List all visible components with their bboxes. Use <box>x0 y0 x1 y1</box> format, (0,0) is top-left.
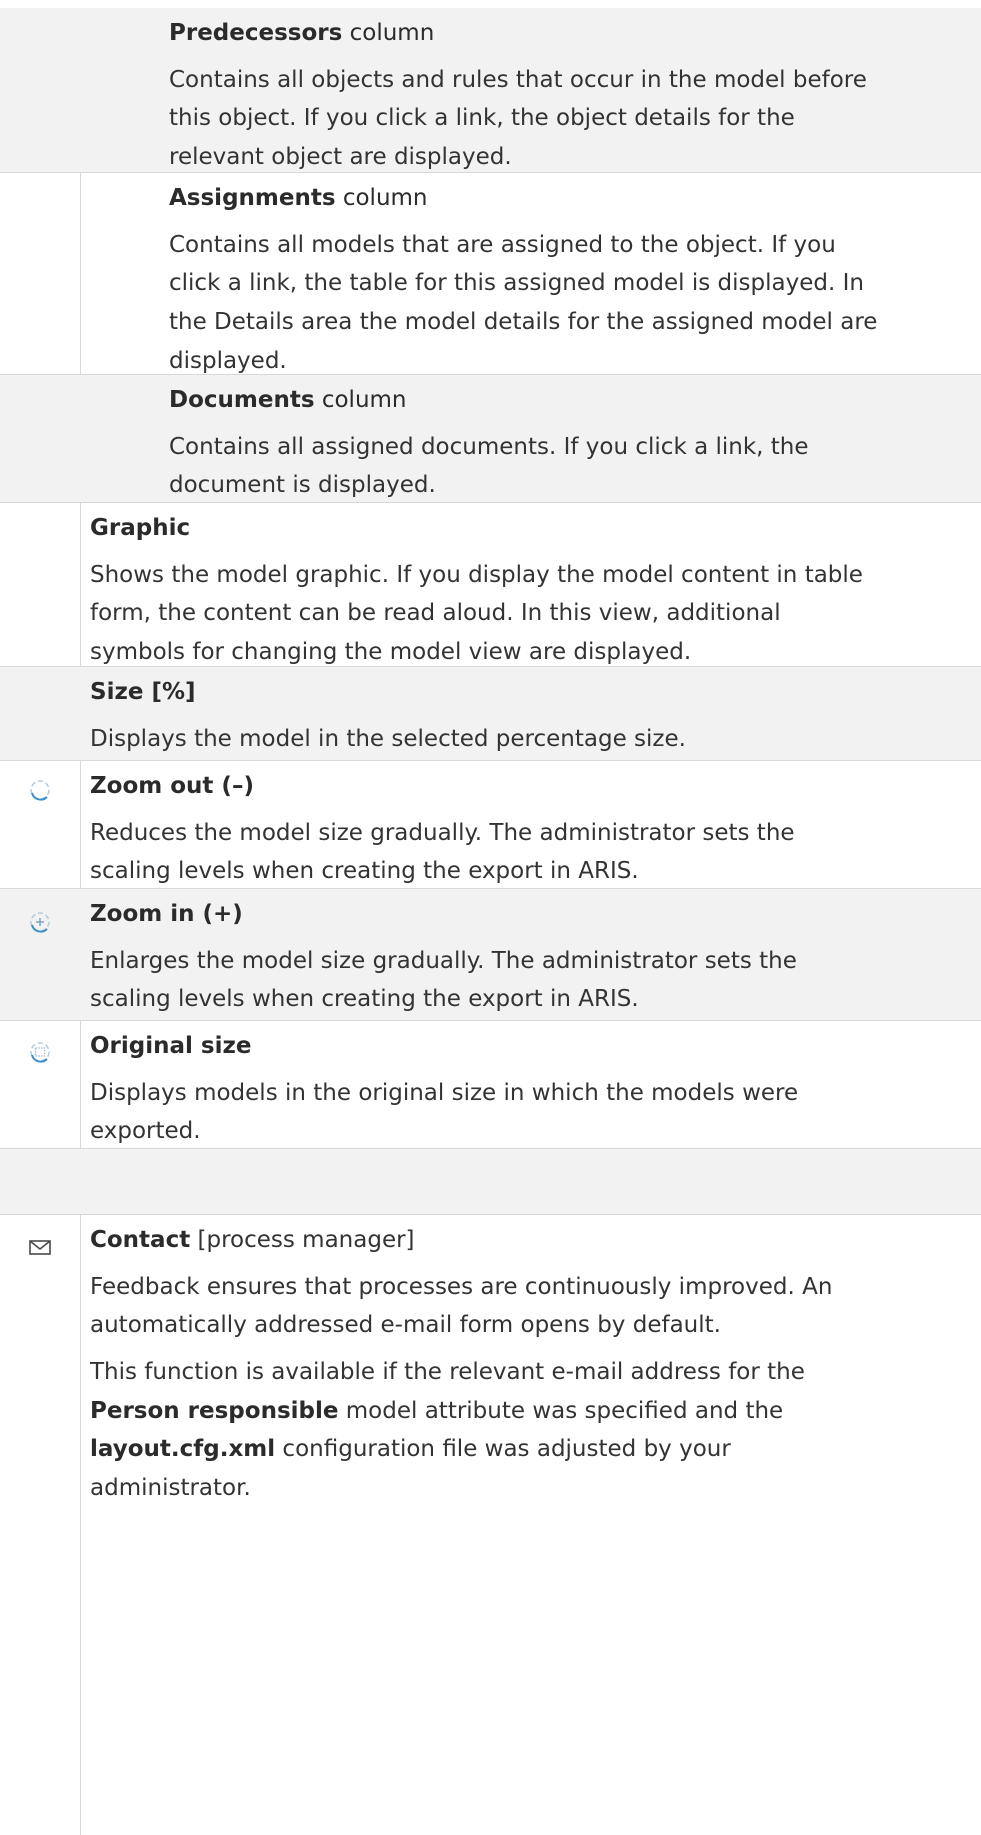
graphic-row: Graphic Shows the model graphic. If you … <box>0 502 981 666</box>
text-line: Contains all objects and rules that occu… <box>169 66 867 93</box>
size-row: Size [%] Displays the model in the selec… <box>0 666 981 760</box>
graphic-content: Graphic Shows the model graphic. If you … <box>90 509 981 672</box>
text-line: Feedback ensures that processes are cont… <box>90 1273 833 1300</box>
text-line: This function is available if the releva… <box>90 1358 805 1385</box>
text-line: the Details area the model details for t… <box>169 308 878 335</box>
original-size-row: Original size Displays models in the ori… <box>0 1020 981 1148</box>
text-line: Person responsible model attribute was s… <box>90 1397 784 1424</box>
predecessors-description: Contains all objects and rules that occu… <box>169 61 981 177</box>
column-divider <box>80 503 81 666</box>
graphic-description: Shows the model graphic. If you display … <box>90 556 981 672</box>
envelope-icon[interactable] <box>28 1237 52 1257</box>
assignments-description: Contains all models that are assigned to… <box>169 226 981 381</box>
text-line: relevant object are displayed. <box>169 143 512 170</box>
text-line: form, the content can be read aloud. In … <box>90 600 781 627</box>
zoom-in-icon <box>30 912 50 933</box>
text-line: layout.cfg.xml configuration file was ad… <box>90 1436 731 1463</box>
original-size-description: Displays models in the original size in … <box>90 1074 981 1151</box>
original-size-icon <box>30 1042 50 1063</box>
text-line: Displays models in the original size in … <box>90 1079 799 1106</box>
assignments-content: Assignments column Contains all models t… <box>169 179 981 380</box>
original-size-content: Original size Displays models in the ori… <box>90 1027 981 1151</box>
original-size-title: Original size <box>90 1033 252 1059</box>
text-line: this object. If you click a link, the ob… <box>169 105 795 132</box>
zoom-out-icon <box>30 780 50 801</box>
zoom-out-title: Zoom out (–) <box>90 773 254 799</box>
zoom-out-row: Zoom out (–) Reduces the model size grad… <box>0 760 981 888</box>
text-line: automatically addressed e-mail form open… <box>90 1312 721 1339</box>
documents-content: Documents column Contains all assigned d… <box>169 381 981 505</box>
predecessors-suffix: column <box>342 20 435 46</box>
zoom-in-description: Enlarges the model size gradually. The a… <box>90 942 981 1019</box>
assignments-title: Assignments <box>169 185 336 211</box>
column-divider <box>80 1021 81 1148</box>
predecessors-content: Predecessors column Contains all objects… <box>169 14 981 177</box>
documents-row: Documents column Contains all assigned d… <box>0 374 981 502</box>
zoom-in-row: Zoom in (+) Enlarges the model size grad… <box>0 888 981 1020</box>
text-line: document is displayed. <box>169 472 436 499</box>
text-line: Shows the model graphic. If you display … <box>90 561 863 588</box>
contact-description: Feedback ensures that processes are cont… <box>90 1268 981 1345</box>
contact-content: Contact [process manager] Feedback ensur… <box>90 1221 981 1507</box>
contact-row: Contact [process manager] Feedback ensur… <box>0 1214 981 1835</box>
zoom-in-content: Zoom in (+) Enlarges the model size grad… <box>90 895 981 1019</box>
size-title: Size [%] <box>90 679 196 705</box>
zoom-out-content: Zoom out (–) Reduces the model size grad… <box>90 767 981 891</box>
predecessors-title: Predecessors <box>169 20 343 46</box>
text-line: scaling levels when creating the export … <box>90 858 639 885</box>
zoom-in-title: Zoom in (+) <box>90 901 243 927</box>
text-line: Contains all models that are assigned to… <box>169 231 836 258</box>
text-line: click a link, the table for this assigne… <box>169 270 864 297</box>
documents-suffix: column <box>314 387 407 413</box>
column-divider <box>80 1215 81 1835</box>
text-line: Reduces the model size gradually. The ad… <box>90 819 795 846</box>
graphic-title: Graphic <box>90 515 191 541</box>
text-line: scaling levels when creating the export … <box>90 986 639 1013</box>
contact-availability: This function is available if the releva… <box>90 1353 981 1508</box>
documents-description: Contains all assigned documents. If you … <box>169 428 981 505</box>
contact-title: Contact <box>90 1227 191 1253</box>
person-responsible-term: Person responsible <box>90 1397 339 1424</box>
text-line: Displays the model in the selected perce… <box>90 725 686 752</box>
size-content: Size [%] Displays the model in the selec… <box>90 673 981 758</box>
size-description: Displays the model in the selected perce… <box>90 720 981 759</box>
text-line: administrator. <box>90 1474 251 1501</box>
documents-title: Documents <box>169 387 315 413</box>
text-line: exported. <box>90 1118 201 1145</box>
column-divider <box>80 173 81 374</box>
separator-row <box>0 1148 981 1214</box>
column-divider <box>80 761 81 888</box>
assignments-suffix: column <box>335 185 428 211</box>
text-line: Enlarges the model size gradually. The a… <box>90 947 797 974</box>
zoom-out-description: Reduces the model size gradually. The ad… <box>90 814 981 891</box>
text-line: Contains all assigned documents. If you … <box>169 433 809 460</box>
assignments-row: Assignments column Contains all models t… <box>0 172 981 374</box>
contact-suffix: [process manager] <box>190 1227 415 1253</box>
config-file-term: layout.cfg.xml <box>90 1436 276 1463</box>
predecessors-row: Predecessors column Contains all objects… <box>0 8 981 172</box>
